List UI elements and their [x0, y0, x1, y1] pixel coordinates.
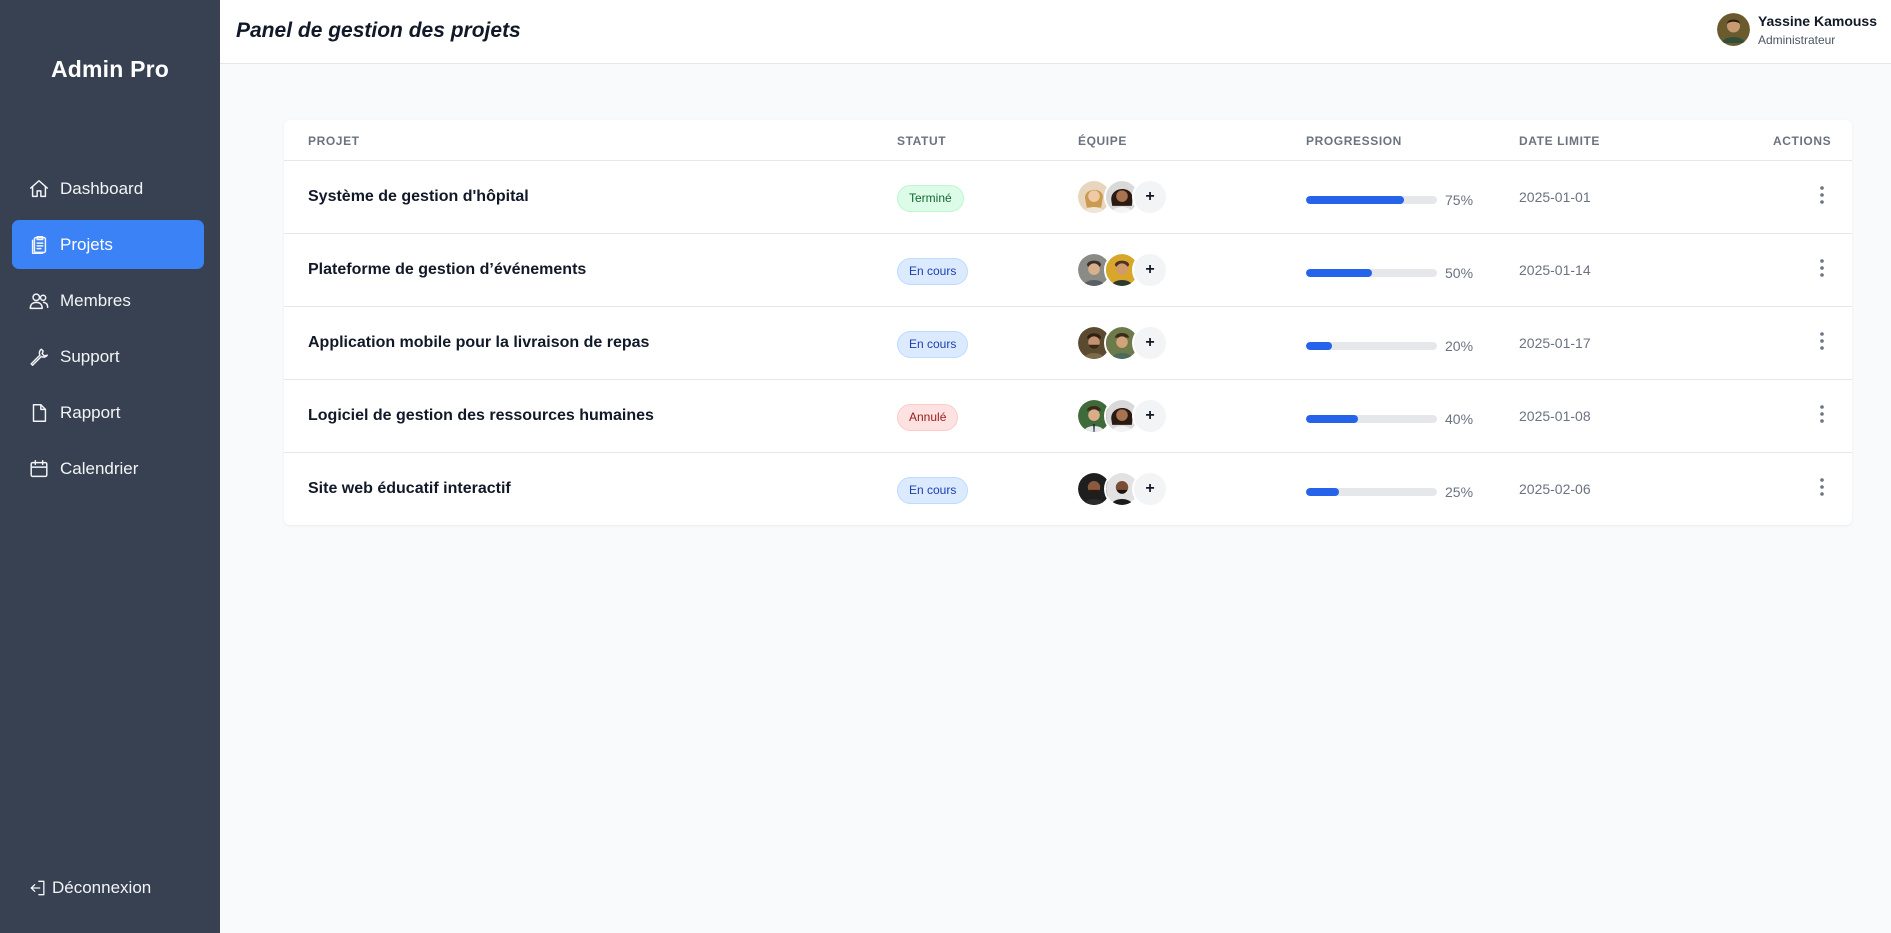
- more-vertical-icon: [1820, 332, 1824, 350]
- status-badge: Terminé: [897, 185, 964, 212]
- project-name[interactable]: Logiciel de gestion des ressources humai…: [308, 407, 654, 425]
- deadline-date: 2025-01-17: [1519, 335, 1591, 351]
- sidebar-item-label: Membres: [60, 290, 131, 310]
- user-name: Yassine Kamouss: [1757, 13, 1877, 29]
- table-row[interactable]: Plateforme de gestion d’événements En co…: [284, 234, 1852, 307]
- calendar-icon: [30, 459, 48, 477]
- more-vertical-icon: [1820, 259, 1824, 277]
- add-member-button[interactable]: +: [1132, 471, 1168, 507]
- table-row[interactable]: Logiciel de gestion des ressources humai…: [284, 380, 1852, 453]
- sidebar-item-label: Support: [60, 346, 120, 366]
- team-avatars: +: [1076, 252, 1168, 288]
- wrench-icon: [30, 347, 48, 366]
- user-info: Yassine Kamouss Administrateur: [1758, 13, 1877, 48]
- table-row[interactable]: Site web éducatif interactif En cours + …: [284, 453, 1852, 526]
- table-header: Projet Statut Équipe Progression Date li…: [284, 120, 1852, 161]
- avatar: [1716, 13, 1750, 46]
- status-badge: En cours: [897, 477, 969, 504]
- add-member-button[interactable]: +: [1132, 325, 1168, 361]
- row-actions-menu[interactable]: [1812, 256, 1832, 280]
- column-header-date-limite: Date limite: [1519, 134, 1601, 148]
- sidebar: Admin Pro Dashboard Projets Membres Supp…: [0, 0, 220, 933]
- deadline-date: 2025-02-06: [1519, 481, 1591, 497]
- team-avatars: +: [1076, 325, 1168, 361]
- project-name[interactable]: Plateforme de gestion d’événements: [308, 261, 586, 279]
- progress-bar: [1306, 269, 1437, 277]
- sidebar-item-membres[interactable]: Membres: [12, 276, 204, 325]
- project-name[interactable]: Application mobile pour la livraison de …: [308, 334, 649, 352]
- user-profile[interactable]: Yassine Kamouss Administrateur: [1716, 13, 1877, 48]
- add-member-button[interactable]: +: [1132, 398, 1168, 434]
- projects-table: Projet Statut Équipe Progression Date li…: [284, 120, 1852, 525]
- progress-bar: [1306, 342, 1437, 350]
- progress-percent: 20%: [1445, 338, 1474, 354]
- home-icon: [30, 179, 48, 197]
- sidebar-item-label: Projets: [60, 234, 113, 254]
- row-actions-menu[interactable]: [1812, 402, 1832, 426]
- table-row[interactable]: Application mobile pour la livraison de …: [284, 307, 1852, 380]
- progress-percent: 75%: [1445, 192, 1474, 208]
- sidebar-item-support[interactable]: Support: [12, 332, 204, 381]
- progress-percent: 40%: [1445, 411, 1474, 427]
- users-icon: [29, 292, 49, 309]
- progress-bar-fill: [1306, 269, 1372, 277]
- logout-label: Déconnexion: [52, 878, 152, 897]
- progress-bar-fill: [1306, 488, 1339, 496]
- progress-bar-fill: [1306, 196, 1405, 204]
- top-header: Panel de gestion des projets Yassine Kam…: [220, 0, 1891, 64]
- logout-icon: [30, 880, 45, 896]
- progress-cell: 75%: [1306, 192, 1473, 208]
- column-header-equipe: Équipe: [1078, 134, 1127, 148]
- user-role: Administrateur: [1757, 33, 1836, 47]
- row-actions-menu[interactable]: [1812, 329, 1832, 353]
- brand-logo: Admin Pro: [50, 56, 170, 82]
- page-title: Panel de gestion des projets: [236, 19, 521, 42]
- logout-button[interactable]: Déconnexion: [28, 878, 151, 898]
- progress-percent: 50%: [1445, 265, 1474, 281]
- row-actions-menu[interactable]: [1812, 475, 1832, 499]
- team-avatars: +: [1076, 471, 1168, 507]
- status-badge: Annulé: [897, 404, 959, 431]
- team-avatars: +: [1076, 179, 1168, 215]
- progress-cell: 20%: [1306, 338, 1473, 354]
- sidebar-nav: Dashboard Projets Membres Support Rappor…: [12, 164, 204, 500]
- progress-cell: 50%: [1306, 265, 1473, 281]
- document-icon: [32, 403, 47, 422]
- add-member-button[interactable]: +: [1132, 179, 1168, 215]
- status-badge: En cours: [897, 331, 969, 358]
- more-vertical-icon: [1820, 478, 1824, 496]
- sidebar-item-label: Dashboard: [60, 178, 144, 198]
- sidebar-item-rapport[interactable]: Rapport: [12, 388, 204, 437]
- progress-bar: [1306, 415, 1437, 423]
- sidebar-item-label: Rapport: [60, 402, 121, 422]
- more-vertical-icon: [1820, 186, 1824, 204]
- column-header-progression: Progression: [1306, 134, 1402, 148]
- project-name[interactable]: Site web éducatif interactif: [308, 480, 511, 498]
- progress-bar: [1306, 488, 1437, 496]
- progress-bar-fill: [1306, 415, 1359, 423]
- team-avatars: +: [1076, 398, 1168, 434]
- sidebar-item-label: Calendrier: [60, 458, 139, 478]
- row-actions-menu[interactable]: [1812, 183, 1832, 207]
- table-row[interactable]: Système de gestion d'hôpital Terminé + 7…: [284, 161, 1852, 234]
- sidebar-item-calendrier[interactable]: Calendrier: [12, 444, 204, 493]
- project-name[interactable]: Système de gestion d'hôpital: [308, 188, 529, 206]
- status-badge: En cours: [897, 258, 969, 285]
- sidebar-item-projets[interactable]: Projets: [12, 220, 204, 269]
- clipboard-icon: [31, 235, 47, 254]
- progress-bar-fill: [1306, 342, 1333, 350]
- progress-cell: 40%: [1306, 411, 1473, 427]
- progress-cell: 25%: [1306, 484, 1473, 500]
- progress-percent: 25%: [1445, 484, 1474, 500]
- sidebar-item-dashboard[interactable]: Dashboard: [12, 164, 204, 213]
- column-header-statut: Statut: [897, 134, 947, 148]
- deadline-date: 2025-01-01: [1519, 189, 1591, 205]
- column-header-projet: Projet: [308, 134, 360, 148]
- deadline-date: 2025-01-08: [1519, 408, 1591, 424]
- more-vertical-icon: [1820, 405, 1824, 423]
- progress-bar: [1306, 196, 1437, 204]
- add-member-button[interactable]: +: [1132, 252, 1168, 288]
- deadline-date: 2025-01-14: [1519, 262, 1591, 278]
- column-header-actions: Actions: [1773, 134, 1832, 148]
